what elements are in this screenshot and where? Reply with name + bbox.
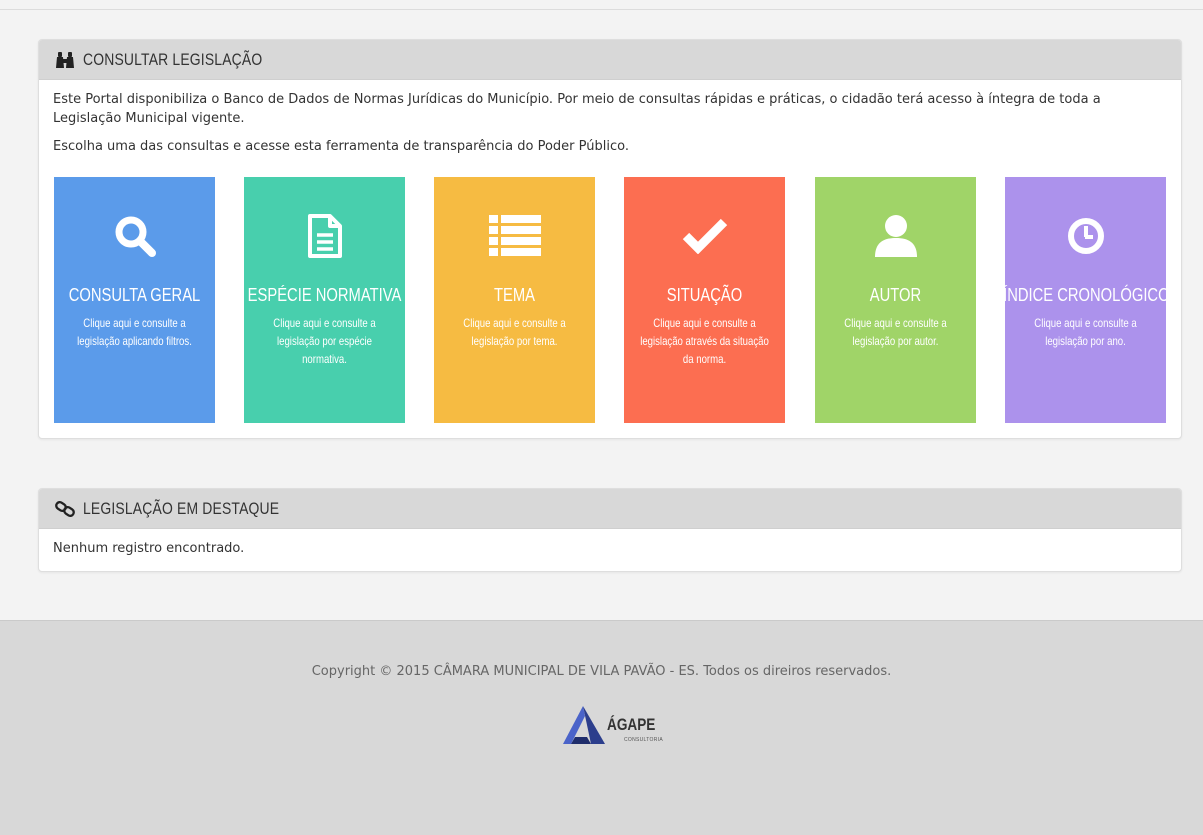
binoculars-icon <box>54 49 76 71</box>
list-icon <box>434 210 595 262</box>
footer: Copyright © 2015 CÂMARA MUNICIPAL DE VIL… <box>0 620 1203 835</box>
tile-description: Clique aqui e consulte a legislação por … <box>1034 316 1137 348</box>
tile-title: AUTOR <box>869 285 922 305</box>
tile-description: Clique aqui e consulte a legislação atra… <box>640 316 769 366</box>
tile-autor[interactable]: AUTOR Clique aqui e consulte a legislaçã… <box>815 177 976 423</box>
tile-description: Clique aqui e consulte a legislação por … <box>273 316 376 366</box>
empty-message: Nenhum registro encontrado. <box>53 541 245 556</box>
tile-title: ÍNDICE CRONOLÓGICO <box>1003 285 1170 305</box>
intro-text: Este Portal disponibiliza o Banco de Dad… <box>53 92 1101 126</box>
tile-description: Clique aqui e consulte a legislação por … <box>844 316 947 348</box>
agape-logo-mark-icon <box>563 706 605 744</box>
consultar-legislacao-panel: CONSULTAR LEGISLAÇÃO Este Portal disponi… <box>38 39 1182 439</box>
check-icon <box>624 210 785 262</box>
tile-tema[interactable]: TEMA Clique aqui e consulte a legislação… <box>434 177 595 423</box>
consulta-tiles: CONSULTA GERAL Clique aqui e consulte a … <box>54 177 1170 423</box>
prompt-text: Escolha uma das consultas e acesse esta … <box>53 139 629 154</box>
search-icon <box>54 210 215 262</box>
tile-situacao[interactable]: SITUAÇÃO Clique aqui e consulte a legisl… <box>624 177 785 423</box>
panel-body: Este Portal disponibiliza o Banco de Dad… <box>39 80 1181 166</box>
tile-consulta-geral[interactable]: CONSULTA GERAL Clique aqui e consulte a … <box>54 177 215 423</box>
panel-header: CONSULTAR LEGISLAÇÃO <box>39 40 1181 80</box>
panel-body: Nenhum registro encontrado. <box>39 529 1181 568</box>
copyright-text: Copyright © 2015 CÂMARA MUNICIPAL DE VIL… <box>311 664 892 679</box>
panel-title: CONSULTAR LEGISLAÇÃO <box>83 49 263 69</box>
clock-icon <box>1005 210 1166 262</box>
tile-title: CONSULTA GERAL <box>68 285 201 305</box>
tile-description: Clique aqui e consulte a legislação apli… <box>77 316 192 348</box>
legislacao-destaque-panel: LEGISLAÇÃO EM DESTAQUE Nenhum registro e… <box>38 488 1182 572</box>
agape-logo[interactable]: ÁGAPE CONSULTORIA <box>561 704 671 746</box>
tile-description: Clique aqui e consulte a legislação por … <box>463 316 566 348</box>
tile-title: SITUAÇÃO <box>666 285 743 305</box>
tile-title: TEMA <box>493 285 535 305</box>
logo-subtext: CONSULTORIA <box>624 737 663 743</box>
user-icon <box>815 210 976 262</box>
document-icon <box>244 210 405 262</box>
tile-especie-normativa[interactable]: ESPÉCIE NORMATIVA Clique aqui e consulte… <box>244 177 405 423</box>
panel-title: LEGISLAÇÃO EM DESTAQUE <box>83 498 280 518</box>
top-bar <box>0 0 1203 10</box>
tile-title: ESPÉCIE NORMATIVA <box>247 285 402 305</box>
panel-header: LEGISLAÇÃO EM DESTAQUE <box>39 489 1181 529</box>
link-icon <box>54 498 76 520</box>
logo-text: ÁGAPE <box>607 715 656 734</box>
tile-indice-cronologico[interactable]: ÍNDICE CRONOLÓGICO Clique aqui e consult… <box>1003 177 1170 423</box>
